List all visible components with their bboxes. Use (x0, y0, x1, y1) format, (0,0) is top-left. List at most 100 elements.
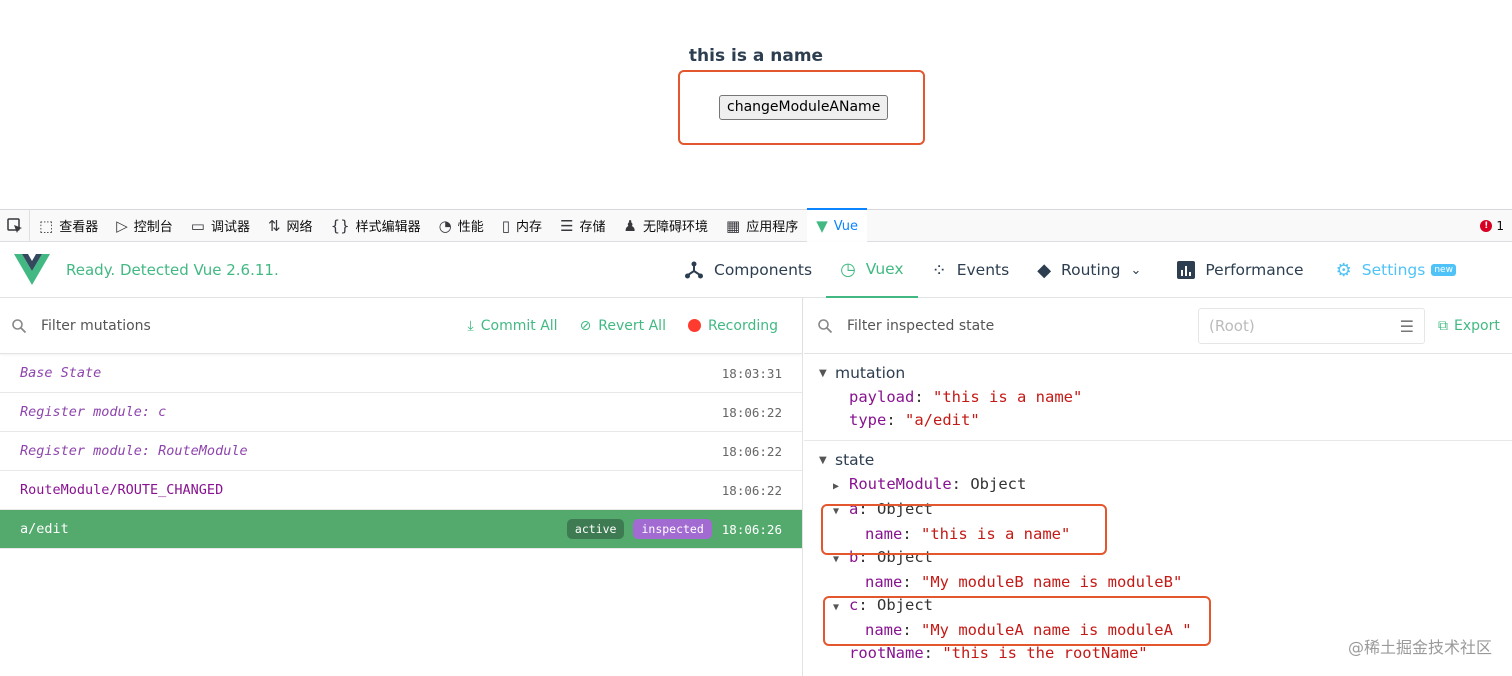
filter-state-input[interactable]: Filter inspected state (847, 318, 994, 334)
mutation-name: Register module: c (20, 404, 167, 420)
filter-list-icon: ☰ (1399, 316, 1414, 336)
nav-performance[interactable]: Performance (1155, 242, 1317, 298)
mutation-list: Base State 18:03:31 Register module: c 18:0… (0, 354, 802, 549)
root-select[interactable]: (Root) ☰ (1198, 308, 1425, 344)
copy-icon: ⧉ (1438, 318, 1448, 334)
commit-all-button[interactable]: ⤓ Commit All (468, 318, 558, 334)
mutation-time: 18:06:22 (721, 482, 782, 498)
new-badge: new (1431, 264, 1456, 276)
mutation-name: Base State (20, 365, 102, 381)
module-c-row[interactable]: ▼ c: Object (804, 594, 1512, 619)
route-module-row[interactable]: ▶ RouteModule: Object (804, 473, 1512, 498)
module-a-row[interactable]: ▼ a: Object (804, 498, 1512, 523)
mutation-item[interactable]: a/edit active inspected 18:06:26 (0, 510, 802, 549)
inspector-icon: ⬚ (39, 216, 54, 235)
mutation-item[interactable]: Register module: RouteModule 18:06:22 (0, 432, 802, 471)
triangle-down-icon: ▼ (833, 602, 840, 613)
revert-all-button[interactable]: ⊘ Revert All (580, 318, 666, 334)
mutation-name: Register module: RouteModule (20, 443, 248, 459)
chevron-down-icon: ⌄ (1130, 262, 1142, 278)
debugger-icon: ▭ (190, 216, 205, 235)
accessibility-icon: ♟ (623, 216, 637, 235)
devtools-tab-application[interactable]: ▦ 应用程序 (717, 209, 807, 242)
devtools-tab-debugger[interactable]: ▭ 调试器 (182, 209, 259, 242)
console-icon: ▷ (116, 216, 128, 235)
change-module-a-name-button[interactable]: changeModuleAName (719, 95, 889, 120)
triangle-down-icon: ▼ (833, 554, 840, 565)
error-icon: ! (1480, 219, 1493, 232)
export-button[interactable]: ⧉ Export (1438, 318, 1500, 334)
devtools-tab-network[interactable]: ⇅ 网络 (259, 209, 322, 242)
triangle-down-icon: ▼ (819, 454, 827, 466)
mutation-item[interactable]: Base State 18:03:31 (0, 354, 802, 393)
vue-status: Ready. Detected Vue 2.6.11. (66, 260, 279, 279)
devtools-tab-console[interactable]: ▷ 控制台 (107, 209, 182, 242)
routing-icon: ◆ (1037, 259, 1052, 281)
mutations-pane: Filter mutations ⤓ Commit All ⊘ Revert A… (0, 298, 803, 676)
state-action-bar: Filter inspected state (Root) ☰ ⧉ Export (804, 298, 1512, 354)
watermark: @稀土掘金技术社区 (1347, 638, 1492, 657)
module-b-row[interactable]: ▼ b: Object (804, 546, 1512, 571)
mutation-time: 18:06:26 (721, 521, 782, 537)
performance-chart-icon (1177, 261, 1196, 279)
history-icon: ◷ (840, 258, 856, 280)
nav-settings[interactable]: ⚙ Settings new (1318, 242, 1470, 298)
devtools-tab-vue[interactable]: ▼ Vue (807, 208, 867, 242)
devtools-tab-accessibility[interactable]: ♟ 无障碍环境 (615, 209, 717, 242)
mutation-section: ▼ mutation payload: "this is a name" typ… (804, 354, 1512, 441)
vue-nav: Components ◷ Vuex ⁘ Events ◆ Routing ⌄ P… (670, 242, 1470, 298)
mutation-badges: active inspected (566, 519, 712, 539)
devtools-tab-memory[interactable]: ▯ 内存 (493, 209, 551, 242)
filter-mutations-input[interactable]: Filter mutations (41, 318, 151, 334)
vue-logo-icon (14, 253, 50, 285)
devtools-tab-storage[interactable]: ☰ 存储 (551, 209, 614, 242)
gear-icon: ⚙ (1335, 259, 1352, 281)
mutation-name: RouteModule/ROUTE_CHANGED (20, 482, 224, 498)
mutation-name: a/edit (20, 521, 69, 537)
page-content: this is a name changeModuleAName (0, 0, 1512, 208)
components-icon (685, 261, 703, 279)
devtools-tab-bar: ⬚ 查看器 ▷ 控制台 ▭ 调试器 ⇅ 网络{} 样式编辑器 ◔ 性能 ▯ 内存 ☰ 存储 ♟ 无障碍环境 ▦ 应用… (0, 208, 1512, 242)
memory-icon: ▯ (501, 216, 511, 235)
events-icon: ⁘ (931, 259, 947, 281)
mutation-item[interactable]: RouteModule/ROUTE_CHANGED 18:06:22 (0, 471, 802, 510)
nav-components[interactable]: Components (670, 242, 826, 298)
triangle-right-icon: ▶ (833, 481, 840, 492)
devtools-tab-performance[interactable]: ◔ 性能 (430, 209, 493, 242)
record-icon (687, 319, 701, 332)
download-icon: ⤓ (467, 317, 474, 334)
mutation-item[interactable]: Register module: c 18:06:22 (0, 393, 802, 432)
inspected-badge: inspected (633, 519, 712, 539)
network-icon: ⇅ (267, 216, 281, 235)
mutation-time: 18:03:31 (721, 365, 782, 381)
recording-button[interactable]: Recording (687, 318, 778, 334)
module-b-name-row: name: "My moduleB name is moduleB" (865, 573, 1183, 591)
block-icon: ⊘ (579, 317, 592, 334)
triangle-down-icon: ▼ (819, 367, 827, 379)
module-a-name-row: name: "this is a name" (865, 525, 1071, 543)
mutations-action-bar: Filter mutations ⤓ Commit All ⊘ Revert A… (0, 298, 802, 354)
mutation-section-toggle[interactable]: ▼ mutation (804, 360, 1512, 386)
nav-events[interactable]: ⁘ Events (918, 242, 1024, 298)
vue-devtools-header: Ready. Detected Vue 2.6.11. Components ◷… (0, 242, 1512, 298)
devtools-tab-inspector[interactable]: ⬚ 查看器 (30, 209, 107, 242)
performance-icon: ◔ (438, 216, 452, 235)
mutation-time: 18:06:22 (721, 443, 782, 459)
state-pane: Filter inspected state (Root) ☰ ⧉ Export… (804, 298, 1512, 676)
type-row: type: "a/edit" (849, 411, 980, 429)
active-badge: active (566, 519, 625, 539)
triangle-down-icon: ▼ (833, 506, 840, 517)
element-picker-icon[interactable] (0, 209, 30, 242)
vue-icon: ▼ (816, 217, 828, 235)
payload-row: payload: "this is a name" (849, 388, 1083, 406)
nav-routing[interactable]: ◆ Routing ⌄ (1023, 242, 1155, 298)
page-title: this is a name (688, 46, 824, 66)
devtools-tab-style-editor[interactable]: {} 样式编辑器 (322, 209, 430, 242)
mutation-time: 18:06:22 (721, 404, 782, 420)
application-icon: ▦ (726, 216, 741, 235)
state-section-toggle[interactable]: ▼ state (804, 447, 1512, 473)
style-editor-icon: {} (330, 216, 350, 235)
error-count[interactable]: ! 1 (1480, 219, 1512, 233)
search-icon (12, 318, 27, 333)
nav-vuex[interactable]: ◷ Vuex (826, 242, 918, 298)
